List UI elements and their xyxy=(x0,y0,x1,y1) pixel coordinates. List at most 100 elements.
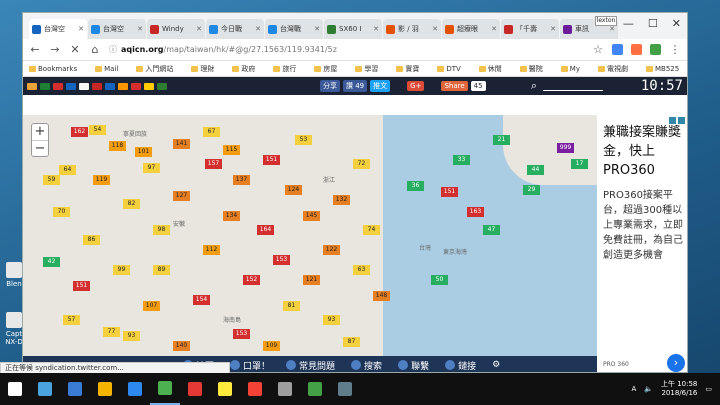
tab-5[interactable]: SX60 I ✕ xyxy=(324,19,382,39)
aqi-station-marker[interactable]: 121 xyxy=(303,275,320,285)
language-flag-icon[interactable] xyxy=(27,82,37,90)
bookmark-item[interactable]: 休閒 xyxy=(478,64,502,74)
taskbar-app-icon[interactable] xyxy=(120,373,150,405)
tab-close-icon[interactable]: ✕ xyxy=(78,25,84,33)
taskbar-app-icon[interactable] xyxy=(210,373,240,405)
aqi-station-marker[interactable]: 42 xyxy=(43,257,60,267)
taskbar-app-icon[interactable] xyxy=(240,373,270,405)
facebook-like-button[interactable]: 讚 49 xyxy=(343,80,368,92)
maximize-icon[interactable]: ☐ xyxy=(648,17,658,30)
desktop-icon-blender[interactable]: Blen xyxy=(4,262,24,288)
aqi-station-marker[interactable]: 21 xyxy=(493,135,510,145)
aqi-station-marker[interactable]: 82 xyxy=(123,199,140,209)
aqi-station-marker[interactable]: 999 xyxy=(557,143,574,153)
tab-1[interactable]: 台灣空 ✕ xyxy=(88,19,146,39)
taskbar-app-icon[interactable] xyxy=(90,373,120,405)
taskbar-app-icon[interactable] xyxy=(60,373,90,405)
extension-icon[interactable] xyxy=(650,44,661,55)
aqi-station-marker[interactable]: 154 xyxy=(193,295,210,305)
start-button[interactable] xyxy=(0,373,30,405)
aqi-station-marker[interactable]: 54 xyxy=(89,125,106,135)
aqi-station-marker[interactable]: 63 xyxy=(353,265,370,275)
aqi-station-marker[interactable]: 97 xyxy=(143,163,160,173)
aqi-station-marker[interactable]: 119 xyxy=(93,175,110,185)
tab-4[interactable]: 台灣戰 ✕ xyxy=(265,19,323,39)
language-flag-icon[interactable] xyxy=(131,82,141,90)
bookmark-item[interactable]: 房屋 xyxy=(314,64,337,74)
tab-close-icon[interactable]: ✕ xyxy=(255,25,261,33)
aqi-station-marker[interactable]: 163 xyxy=(467,207,484,217)
taskbar-app-icon[interactable] xyxy=(30,373,60,405)
stop-icon[interactable]: ✕ xyxy=(69,43,81,56)
tab-close-icon[interactable]: ✕ xyxy=(432,25,438,33)
aqi-station-marker[interactable]: 67 xyxy=(203,127,220,137)
language-flag-icon[interactable] xyxy=(157,82,167,90)
desktop-icon-capture-nx[interactable]: Capt NX-D xyxy=(4,312,24,346)
tab-close-icon[interactable]: ✕ xyxy=(373,25,379,33)
aqi-station-marker[interactable]: 162 xyxy=(71,127,88,137)
aqi-station-marker[interactable]: 36 xyxy=(407,181,424,191)
tab-3[interactable]: 今日戰 ✕ xyxy=(206,19,264,39)
language-flag-icon[interactable] xyxy=(40,82,50,90)
language-flag-icon[interactable] xyxy=(53,82,63,90)
aqi-map[interactable]: + − 寧夏回族 安徽 浙江 台灣 東京海灣 海南島 54 162 118 101 14… xyxy=(23,115,597,356)
ad-headline[interactable]: 兼職接案賺獎金，快上PRO360 xyxy=(603,123,683,180)
aqi-station-marker[interactable]: 122 xyxy=(323,245,340,255)
aqi-station-marker[interactable]: 124 xyxy=(285,185,302,195)
taskbar-app-icon[interactable] xyxy=(330,373,360,405)
language-flag-icon[interactable] xyxy=(92,82,102,90)
aqi-station-marker[interactable]: 87 xyxy=(343,337,360,347)
home-icon[interactable]: ⌂ xyxy=(89,43,101,56)
bookmark-item[interactable]: MB525 xyxy=(645,65,679,73)
aqi-station-marker[interactable]: 50 xyxy=(431,275,448,285)
bookmark-star-icon[interactable]: ☆ xyxy=(592,43,604,56)
aqi-station-marker[interactable]: 118 xyxy=(109,141,126,151)
bookmark-item[interactable]: 理財 xyxy=(191,64,214,74)
tweet-button[interactable]: 推文 xyxy=(370,80,391,92)
aqi-station-marker[interactable]: 112 xyxy=(203,245,220,255)
site-search-input[interactable] xyxy=(543,80,603,91)
bookmark-item[interactable]: My xyxy=(560,65,580,73)
bookmark-item[interactable]: 電視劇 xyxy=(597,64,628,74)
aqi-station-marker[interactable]: 141 xyxy=(173,139,190,149)
gplus-button[interactable]: G+ xyxy=(407,81,425,91)
tab-8[interactable]: 「千壽 ✕ xyxy=(501,19,559,39)
ad-go-button[interactable]: › xyxy=(667,354,685,372)
bottom-nav-item-5[interactable]: 鏈接 xyxy=(445,359,476,372)
ad-choices-icon[interactable] xyxy=(669,117,685,124)
aqi-station-marker[interactable]: 137 xyxy=(233,175,250,185)
aqi-station-marker[interactable]: 134 xyxy=(223,211,240,221)
aqi-station-marker[interactable]: 157 xyxy=(205,159,222,169)
bookmark-item[interactable]: 政府 xyxy=(232,64,255,74)
tab-0[interactable]: 台灣空 ✕ xyxy=(29,19,87,39)
search-icon[interactable]: ⌕ xyxy=(531,79,537,93)
extension-icon[interactable] xyxy=(612,44,623,55)
language-flag-icon[interactable] xyxy=(79,82,89,90)
facebook-share-button[interactable]: 分享 xyxy=(320,80,340,92)
aqi-station-marker[interactable]: 107 xyxy=(143,301,160,311)
taskbar-app-icon[interactable] xyxy=(270,373,300,405)
aqi-station-marker[interactable]: 145 xyxy=(303,211,320,221)
tab-close-icon[interactable]: ✕ xyxy=(609,25,615,33)
aqi-station-marker[interactable]: 115 xyxy=(223,145,240,155)
tab-6[interactable]: 影 / 羽 ✕ xyxy=(383,19,441,39)
aqi-station-marker[interactable]: 89 xyxy=(153,265,170,275)
ime-indicator[interactable]: A xyxy=(631,385,636,393)
bookmark-item[interactable]: 實寶 xyxy=(396,64,419,74)
aqi-station-marker[interactable]: 29 xyxy=(523,185,540,195)
bottom-nav-item-3[interactable]: 搜索 xyxy=(351,359,382,372)
back-icon[interactable]: ← xyxy=(29,43,41,56)
aqi-station-marker[interactable]: 98 xyxy=(153,225,170,235)
bottom-nav-item-1[interactable]: 口罩！ xyxy=(230,359,270,372)
notifications-icon[interactable]: ▭ xyxy=(705,385,712,393)
tab-7[interactable]: 超療眼 ✕ xyxy=(442,19,500,39)
bookmark-item[interactable]: 學習 xyxy=(355,64,378,74)
tray-clock[interactable]: 上午 10:58 2018/6/16 xyxy=(661,380,697,398)
aqi-station-marker[interactable]: 151 xyxy=(73,281,90,291)
language-flag-icon[interactable] xyxy=(118,82,128,90)
tab-close-icon[interactable]: ✕ xyxy=(196,25,202,33)
minimize-icon[interactable]: — xyxy=(623,17,634,30)
aqi-station-marker[interactable]: 93 xyxy=(323,315,340,325)
aqi-station-marker[interactable]: 74 xyxy=(363,225,380,235)
aqi-station-marker[interactable]: 53 xyxy=(295,135,312,145)
